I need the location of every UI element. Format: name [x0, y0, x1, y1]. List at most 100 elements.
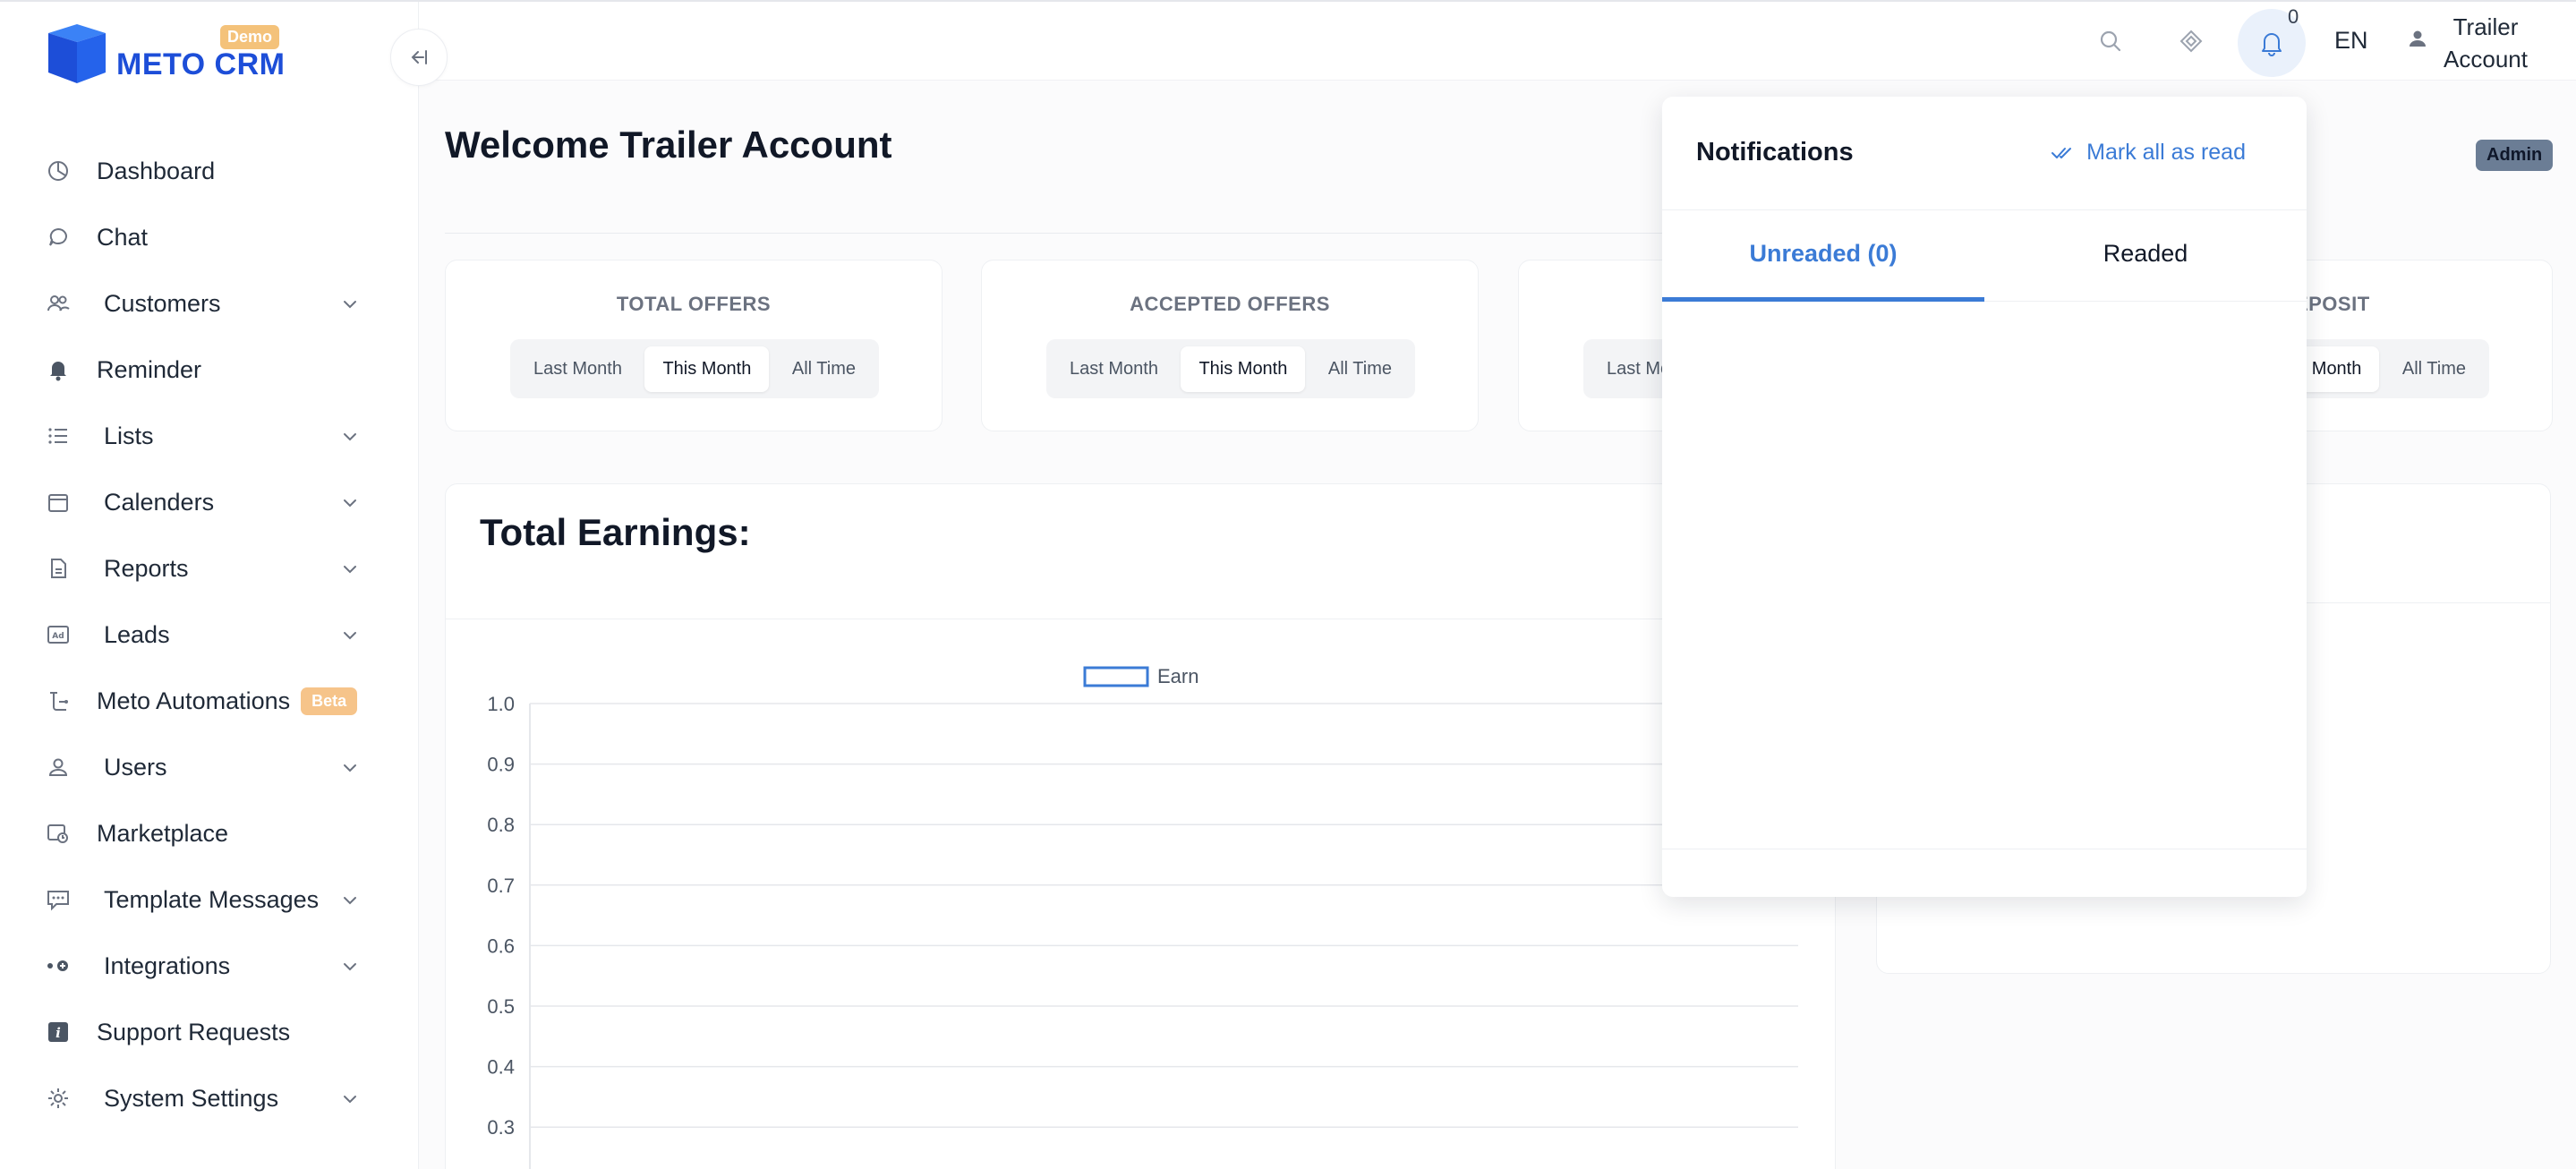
tab-readed[interactable]: Readed [1984, 240, 2307, 268]
stat-card-title: TOTAL OFFERS [616, 293, 772, 315]
sidebar-item-support-requests[interactable]: i Support Requests [0, 999, 419, 1065]
ad-icon: Ad [45, 621, 72, 648]
panel-divider [1662, 209, 2307, 210]
y-tick-label: 1.0 [487, 693, 515, 715]
chevron-down-icon [342, 491, 358, 514]
earnings-title: Total Earnings: [480, 511, 751, 553]
period-selector: Last MonthThis MonthAll Time [1046, 339, 1415, 398]
chat-bubble-icon [45, 224, 72, 251]
period-option[interactable]: Last Month [1052, 346, 1176, 392]
sidebar-item-label: Marketplace [97, 819, 229, 847]
page-title: Welcome Trailer Account [445, 124, 892, 166]
message-template-icon [45, 886, 72, 913]
sidebar-item-label: Dashboard [97, 157, 216, 184]
shortcuts-button[interactable] [2171, 21, 2211, 61]
sidebar-item-leads[interactable]: Ad Leads [0, 602, 419, 668]
sidebar-item-label: Chat [97, 223, 149, 251]
plug-icon [45, 952, 72, 979]
diamond-grid-icon [2179, 30, 2203, 53]
search-icon [2100, 30, 2121, 52]
user-name: Trailer Account [2444, 13, 2528, 73]
role-badge: Admin [2476, 140, 2554, 171]
chevron-down-icon [342, 888, 358, 911]
collapse-left-icon [411, 50, 427, 64]
period-option[interactable]: Last Month [516, 346, 640, 392]
sidebar-item-label: Lists [104, 422, 154, 449]
chart-pie-icon [45, 158, 72, 184]
sidebar-item-calenders[interactable]: Calenders [0, 469, 419, 535]
beta-badge: Beta [301, 687, 358, 715]
y-tick-label: 0.6 [487, 934, 515, 957]
y-tick-label: 0.5 [487, 995, 515, 1018]
tab-unread[interactable]: Unreaded (0) [1662, 240, 1984, 268]
document-icon [45, 555, 72, 582]
sidebar-nav: Dashboard Chat Customers Reminder Lists Calen… [0, 138, 419, 1131]
sidebar-item-customers[interactable]: Customers [0, 270, 419, 337]
search-button[interactable] [2091, 21, 2130, 61]
list-icon [45, 422, 72, 449]
chevron-down-icon [342, 1087, 358, 1110]
double-check-icon [2051, 147, 2072, 158]
app-root: METO CRM Demo Dashboard Chat Customers Remi… [0, 0, 2576, 1169]
notifications-panel: Notifications Mark all as read Unreaded … [1662, 97, 2307, 897]
sidebar-item-chat[interactable]: Chat [0, 204, 419, 270]
sidebar-item-template-messages[interactable]: Template Messages [0, 866, 419, 933]
period-option[interactable]: All Time [774, 346, 874, 392]
sidebar-item-integrations[interactable]: Integrations [0, 933, 419, 999]
flow-icon [45, 687, 72, 714]
mark-all-read-button[interactable]: Mark all as read [2051, 140, 2246, 166]
calendar-icon [45, 489, 72, 516]
period-option[interactable]: All Time [2384, 346, 2484, 392]
earnings-chart: Earn 1.0 0.9 0.8 0.7 0.6 0.5 0.4 0.3 [487, 665, 1798, 1169]
stat-card-title: ACCEPTED OFFERS [1130, 293, 1330, 315]
y-tick-label: 0.7 [487, 875, 515, 897]
sidebar-item-reminder[interactable]: Reminder [0, 337, 419, 403]
header-divider [445, 233, 1841, 234]
period-selector: Last MonthThis MonthAll Time [510, 339, 879, 398]
chevron-down-icon [342, 557, 358, 580]
y-tick-label: 0.9 [487, 754, 515, 776]
sidebar-item-marketplace[interactable]: Marketplace [0, 800, 419, 866]
y-tick-label: 0.8 [487, 814, 515, 836]
chevron-down-icon [342, 424, 358, 448]
collapse-sidebar-button[interactable] [390, 29, 448, 86]
sidebar-item-label: Calenders [104, 488, 215, 516]
chevron-down-icon [342, 292, 358, 315]
period-option[interactable]: This Month [644, 346, 770, 392]
store-icon [45, 820, 72, 847]
legend-swatch[interactable] [1083, 666, 1149, 687]
period-option[interactable]: All Time [1310, 346, 1410, 392]
sidebar: METO CRM Demo Dashboard Chat Customers Remi… [0, 2, 419, 1169]
sidebar-item-label: Users [104, 753, 167, 781]
sidebar-item-meto-automations[interactable]: Meto Automations Beta [0, 668, 419, 734]
logo-cube-icon [48, 24, 106, 83]
y-tick-label: 0.3 [487, 1116, 515, 1139]
demo-badge: Demo [220, 25, 280, 49]
sidebar-item-lists[interactable]: Lists [0, 403, 419, 469]
sidebar-item-label: Support Requests [97, 1018, 291, 1045]
language-switcher[interactable]: EN [2334, 27, 2368, 55]
sidebar-item-users[interactable]: Users [0, 734, 419, 800]
sidebar-item-label: Leads [104, 620, 170, 648]
notification-count: 0 [2288, 5, 2299, 28]
user-icon [2410, 30, 2426, 47]
user-menu[interactable]: Trailer Account [2408, 11, 2535, 75]
svg-text:Ad: Ad [52, 632, 64, 641]
sidebar-item-system-settings[interactable]: System Settings [0, 1065, 419, 1131]
sidebar-item-label: Customers [104, 289, 221, 317]
stat-card: TOTAL OFFERS Last Month This Month All Time [445, 260, 943, 431]
bell-icon [2262, 33, 2282, 56]
users-group-icon [45, 290, 72, 317]
y-tick-label: 0.4 [487, 1056, 515, 1079]
info-icon: i [45, 1019, 72, 1045]
sidebar-item-dashboard[interactable]: Dashboard [0, 138, 419, 204]
period-option[interactable]: This Month [1181, 346, 1306, 392]
mark-all-read-label: Mark all as read [2086, 140, 2246, 165]
chevron-down-icon [342, 623, 358, 646]
user-icon [45, 754, 72, 781]
sidebar-item-reports[interactable]: Reports [0, 535, 419, 602]
chevron-down-icon [342, 954, 358, 977]
stat-card: ACCEPTED OFFERS Last Month This Month All T… [981, 260, 1479, 431]
svg-text:i: i [55, 1025, 61, 1041]
legend-label[interactable]: Earn [1157, 665, 1198, 687]
